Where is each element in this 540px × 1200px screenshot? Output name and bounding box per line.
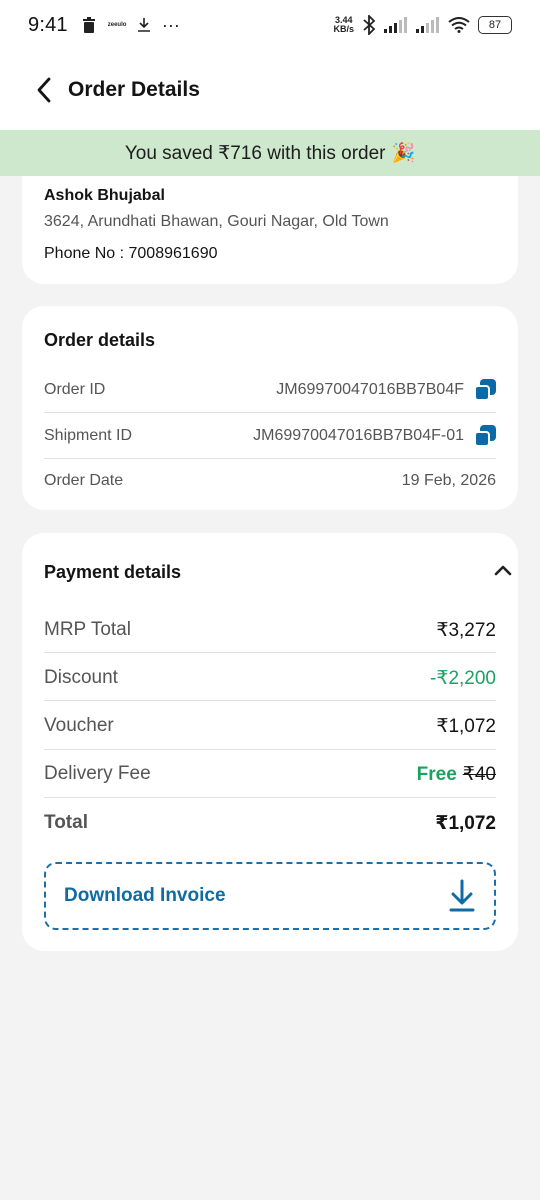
download-icon (138, 18, 151, 32)
signal-icon-2 (416, 17, 439, 33)
payment-details-title: Payment details (44, 562, 182, 582)
total-label: Total (44, 812, 88, 833)
order-date-value: 19 Feb, 2026 (401, 472, 496, 489)
mrp-total-value: ₹3,272 (436, 619, 496, 641)
copy-icon-front (474, 385, 490, 401)
speed-unit: KB/s (333, 24, 354, 34)
app-header: Order Details (0, 50, 540, 130)
shipment-id-row: Shipment ID JM69970047016BB7B04F-01 (44, 424, 496, 448)
delivery-fee-label: Delivery Fee (44, 763, 151, 784)
zeeulo-icon: zeeulo (107, 22, 127, 28)
order-details-card: Order details Order ID JM69970047016BB7B… (22, 306, 518, 510)
more-icon: ... (162, 10, 181, 31)
discount-row: Discount -₹2,200 (44, 665, 496, 691)
order-id-label: Order ID (44, 381, 106, 398)
trash-icon (82, 17, 95, 33)
total-value: ₹1,072 (435, 812, 496, 834)
battery-icon: 87 (478, 16, 512, 34)
chevron-left-icon (37, 77, 51, 103)
download-invoice-label: Download Invoice (64, 885, 226, 906)
mrp-total-label: MRP Total (44, 619, 131, 640)
delivery-fee-row: Delivery Fee Free ₹40 (44, 761, 496, 787)
delivery-fee-value: Free ₹40 (417, 763, 496, 786)
order-id-value: JM69970047016BB7B04F (276, 381, 464, 398)
divider (44, 652, 496, 653)
order-date-label: Order Date (44, 472, 124, 489)
shipment-id-label: Shipment ID (44, 427, 133, 444)
address-card: Ashok Bhujabal 3624, Arundhati Bhawan, G… (22, 160, 518, 284)
signal-icon (384, 17, 407, 33)
discount-value: -₹2,200 (430, 667, 496, 689)
address-phone: Phone No : 7008961690 (44, 245, 218, 262)
savings-banner: You saved ₹716 with this order 🎉 (0, 130, 540, 176)
voucher-row: Voucher ₹1,072 (44, 713, 496, 739)
savings-text: You saved ₹716 with this order (124, 142, 386, 164)
status-right-icons: 3.44 KB/s 87 (333, 15, 512, 35)
bluetooth-icon (363, 15, 376, 35)
screen: 9:41 zeeulo ... 3.44 KB/s 87 Order Detai… (0, 0, 540, 1200)
collapse-payment-button[interactable] (494, 563, 512, 581)
address-name: Ashok Bhujabal (44, 187, 165, 204)
total-row: Total ₹1,072 (44, 810, 496, 836)
voucher-label: Voucher (44, 715, 114, 736)
delivery-struck-price: ₹40 (462, 763, 496, 785)
divider (44, 700, 496, 701)
divider (44, 412, 496, 413)
mrp-total-row: MRP Total ₹3,272 (44, 617, 496, 643)
network-speed: 3.44 KB/s (333, 16, 354, 34)
voucher-value: ₹1,072 (436, 715, 496, 737)
discount-label: Discount (44, 667, 118, 688)
status-time: 9:41 (28, 13, 68, 36)
battery-level: 87 (488, 19, 502, 31)
divider (44, 749, 496, 750)
copy-shipment-id-button[interactable] (474, 425, 496, 447)
divider (44, 458, 496, 459)
order-date-row: Order Date 19 Feb, 2026 (44, 469, 496, 493)
delivery-free-text: Free (416, 763, 457, 785)
download-invoice-button[interactable]: Download Invoice (44, 862, 496, 930)
page-title: Order Details (68, 78, 200, 101)
wifi-icon (448, 17, 470, 33)
copy-icon-front (474, 431, 490, 447)
chevron-up-icon (494, 565, 512, 576)
address-line: 3624, Arundhati Bhawan, Gouri Nagar, Old… (44, 213, 389, 230)
copy-order-id-button[interactable] (474, 379, 496, 401)
back-button[interactable] (20, 66, 68, 114)
divider (44, 797, 496, 798)
status-bar: 9:41 zeeulo ... 3.44 KB/s 87 (0, 0, 540, 50)
order-id-row: Order ID JM69970047016BB7B04F (44, 378, 496, 402)
status-left-icons: zeeulo ... (82, 11, 181, 33)
payment-details-card: Payment details MRP Total ₹3,272 Discoun… (22, 533, 518, 951)
order-details-title: Order details (44, 330, 156, 350)
party-popper-icon: 🎉 (391, 143, 416, 164)
download-arrow-icon (449, 879, 475, 912)
shipment-id-value: JM69970047016BB7B04F-01 (253, 427, 464, 444)
